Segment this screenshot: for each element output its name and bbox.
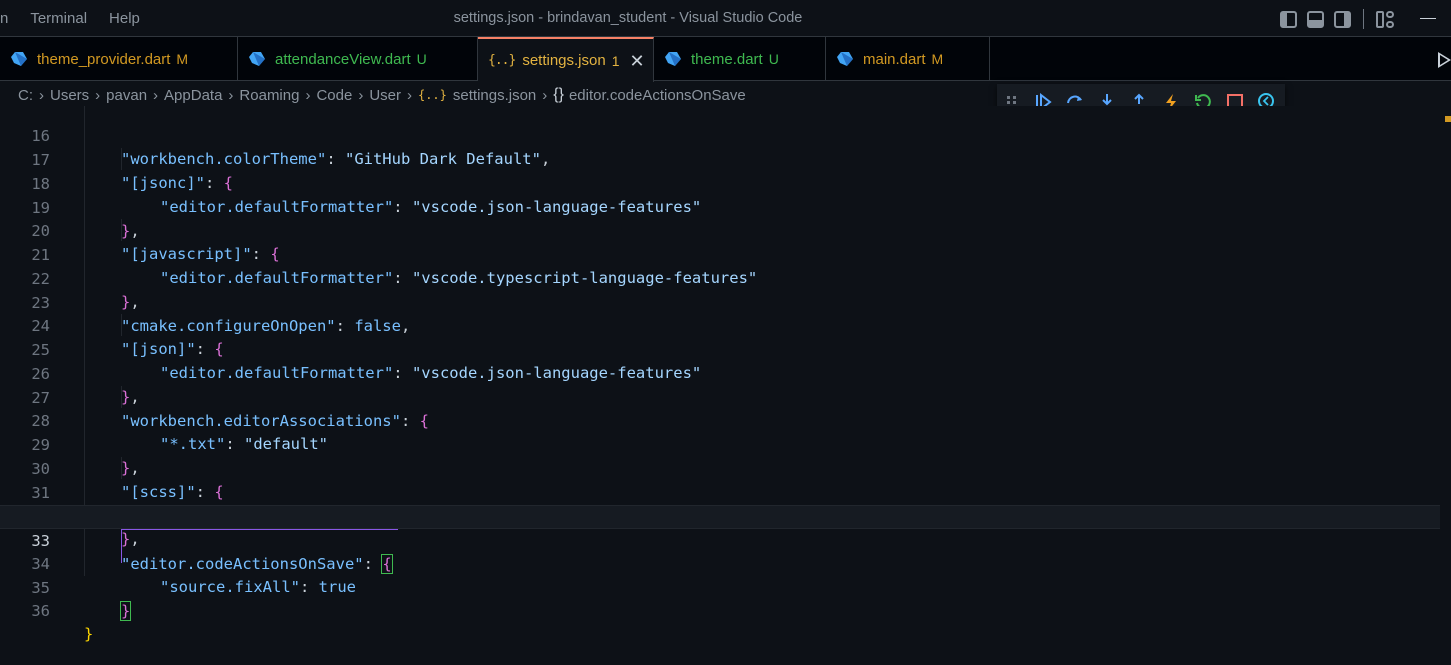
code-line: 25 "editor.defaultFormatter": "vscode.js… xyxy=(0,315,1440,383)
dart-icon xyxy=(837,52,853,66)
code-line: 17 "[jsonc]": { xyxy=(0,125,1440,193)
chevron-right-icon: › xyxy=(305,86,311,104)
tab-theme-provider[interactable]: theme_provider.dart M xyxy=(0,37,238,81)
modified-badge: M xyxy=(176,51,189,67)
customize-layout-icon[interactable] xyxy=(1376,10,1394,28)
untracked-badge: U xyxy=(768,51,779,67)
line-number: 36 xyxy=(31,601,50,620)
tab-label: theme.dart xyxy=(691,50,763,68)
json-icon: {..} xyxy=(417,88,447,102)
chevron-right-icon: › xyxy=(153,86,159,104)
layout-separator xyxy=(1363,9,1364,29)
chevron-right-icon: › xyxy=(39,86,44,104)
breadcrumb-item[interactable]: Users xyxy=(50,87,89,104)
tab-theme-dart[interactable]: theme.dart U xyxy=(654,37,826,81)
code-line: 32 }, xyxy=(0,481,1440,549)
code-line: 36 } xyxy=(0,576,1440,644)
code-line: 30 "[scss]": { xyxy=(0,434,1440,502)
window-title: settings.json - brindavan_student - Visu… xyxy=(453,10,803,26)
problems-badge: 1 xyxy=(611,52,620,69)
dart-icon xyxy=(11,52,27,66)
code-line: 35 } xyxy=(0,553,1440,622)
tab-label: main.dart xyxy=(863,50,926,68)
breadcrumb: C: › Users › pavan › AppData › Roaming › Code… xyxy=(18,84,746,106)
tab-label: settings.json xyxy=(522,52,606,69)
run-icon[interactable] xyxy=(1438,52,1451,68)
code-editor[interactable]: 16 "workbench.colorTheme": "GitHub Dark … xyxy=(0,106,1451,665)
code-line: 29 }, xyxy=(0,410,1440,478)
breadcrumb-item[interactable]: pavan xyxy=(106,87,147,104)
code-line: 24 "[json]": { xyxy=(0,291,1440,359)
matched-bracket: } xyxy=(119,601,132,622)
tab-label: theme_provider.dart xyxy=(37,50,171,68)
chevron-right-icon: › xyxy=(228,86,234,104)
toggle-panel-icon[interactable] xyxy=(1307,10,1324,28)
layout-controls xyxy=(1280,9,1394,29)
breadcrumb-item[interactable]: C: xyxy=(18,87,33,104)
overview-ruler[interactable] xyxy=(1440,106,1451,186)
tab-label: attendanceView.dart xyxy=(275,50,411,68)
code-line: 20 "[javascript]": { xyxy=(0,196,1440,264)
code-line: 31 "editor.defaultFormatter": "esbenp.pr… xyxy=(0,458,1440,526)
chevron-right-icon: › xyxy=(406,86,412,104)
object-symbol-icon: {} xyxy=(553,86,564,103)
breadcrumb-symbol[interactable]: editor.codeActionsOnSave xyxy=(569,87,746,104)
code-line: 27 "workbench.editorAssociations": { xyxy=(0,363,1440,431)
breadcrumb-file[interactable]: settings.json xyxy=(453,87,536,104)
modified-badge: M xyxy=(931,51,944,67)
chevron-right-icon: › xyxy=(358,86,364,104)
untracked-badge: U xyxy=(416,51,427,67)
toggle-primary-sidebar-icon[interactable] xyxy=(1280,10,1297,28)
json-icon: {..} xyxy=(488,53,516,68)
toggle-secondary-sidebar-icon[interactable] xyxy=(1334,10,1351,28)
tab-attendance-view[interactable]: attendanceView.dart U xyxy=(238,37,478,81)
breadcrumb-item[interactable]: Roaming xyxy=(239,87,299,104)
tab-settings-json[interactable]: {..} settings.json 1 ✕ xyxy=(478,37,654,82)
code-line: 21 "editor.defaultFormatter": "vscode.ty… xyxy=(0,220,1440,288)
dart-icon xyxy=(665,52,681,66)
dart-icon xyxy=(249,52,265,66)
close-icon[interactable]: ✕ xyxy=(630,52,645,70)
code-line: 28 "*.txt": "default" xyxy=(0,386,1440,454)
editor-tabs: theme_provider.dart M attendanceView.dar… xyxy=(0,37,1451,82)
chevron-right-icon: › xyxy=(542,86,548,104)
breadcrumb-item[interactable]: AppData xyxy=(164,87,222,104)
breadcrumb-item[interactable]: Code xyxy=(316,87,352,104)
breadcrumb-item[interactable]: User xyxy=(369,87,401,104)
code-line: 26 }, xyxy=(0,339,1440,407)
code-line-current: 33 "editor.codeActionsOnSave": { xyxy=(0,505,1440,575)
code-line: 23 "cmake.configureOnOpen": false, xyxy=(0,268,1440,336)
minimize-icon[interactable] xyxy=(1420,18,1436,19)
tab-main-dart[interactable]: main.dart M xyxy=(826,37,990,81)
chevron-right-icon: › xyxy=(95,86,101,104)
code-line: 16 "workbench.colorTheme": "GitHub Dark … xyxy=(0,106,1440,169)
code-line: 22 }, xyxy=(0,244,1440,312)
code-line: 19 }, xyxy=(0,173,1440,241)
title-bar: n Terminal Help settings.json - brindava… xyxy=(0,0,1451,37)
code-line: 18 "editor.defaultFormatter": "vscode.js… xyxy=(0,149,1440,217)
code-line: 34 "source.fixAll": true xyxy=(0,529,1440,597)
